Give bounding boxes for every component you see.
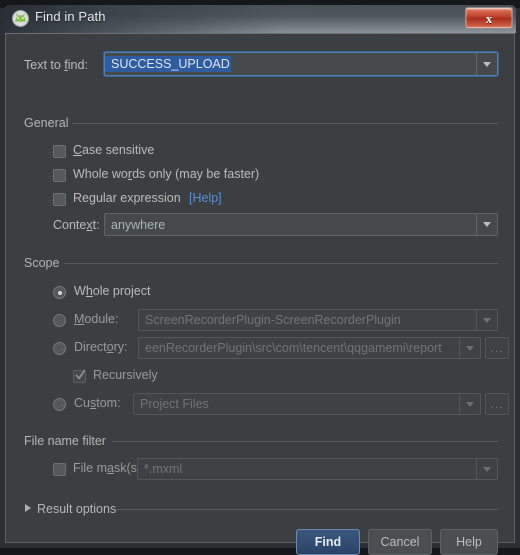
file-masks-checkbox[interactable]: [53, 463, 66, 476]
scope-whole-project-label: Whole project: [74, 284, 151, 298]
scope-custom-combobox[interactable]: Project Files: [133, 393, 481, 415]
recursively-checkbox[interactable]: [73, 369, 86, 383]
regular-expression-label: Regular expression: [73, 191, 181, 205]
scope-custom-value: Project Files: [140, 397, 209, 411]
find-in-path-window: Folder Less Find in Path x Text to find:…: [0, 0, 520, 555]
android-studio-icon: [12, 10, 29, 27]
find-button[interactable]: Find: [296, 529, 360, 555]
scope-group-title: Scope: [24, 256, 60, 270]
result-options-rule: [116, 509, 498, 510]
regex-help-link[interactable]: [Help]: [189, 191, 222, 205]
directory-dropdown-arrow[interactable]: [459, 338, 480, 358]
regular-expression-checkbox[interactable]: [53, 193, 66, 206]
file-masks-dropdown-arrow[interactable]: [476, 459, 497, 479]
close-icon: x: [485, 10, 493, 26]
text-to-find-dropdown-arrow[interactable]: [476, 53, 497, 75]
scope-module-combobox[interactable]: ScreenRecorderPlugin-ScreenRecorderPlugi…: [138, 309, 498, 331]
scope-group-rule: [64, 263, 498, 264]
scope-module-radio[interactable]: [53, 314, 66, 327]
title-bar[interactable]: Find in Path x: [4, 5, 516, 33]
scope-directory-combobox[interactable]: eenRecorderPlugin\src\com\tencent\qqgame…: [138, 337, 481, 359]
close-button[interactable]: x: [465, 7, 513, 29]
whole-words-label: Whole words only (may be faster): [73, 167, 260, 181]
context-label: Context:: [53, 218, 100, 232]
file-masks-value: *.mxml: [144, 462, 183, 476]
text-to-find-input[interactable]: SUCCESS_UPLOAD: [104, 52, 498, 76]
case-sensitive-checkbox[interactable]: [53, 145, 66, 158]
recursively-label: Recursively: [93, 368, 158, 382]
chevron-down-icon: [466, 345, 474, 351]
case-sensitive-label: Case sensitive: [73, 143, 155, 157]
scope-directory-label: Directory:: [74, 340, 128, 354]
scope-directory-value: eenRecorderPlugin\src\com\tencent\qqgame…: [145, 341, 442, 355]
module-dropdown-arrow[interactable]: [476, 310, 497, 330]
context-dropdown-arrow[interactable]: [476, 214, 497, 235]
window-title: Find in Path: [35, 9, 106, 24]
help-button[interactable]: Help: [440, 529, 498, 555]
directory-browse-button[interactable]: ...: [485, 337, 509, 359]
file-name-filter-group-title: File name filter: [24, 434, 106, 448]
file-name-filter-group-rule: [112, 441, 498, 442]
check-icon: [75, 369, 86, 380]
chevron-down-icon: [466, 401, 474, 407]
chevron-down-icon: [483, 466, 491, 472]
custom-dropdown-arrow[interactable]: [459, 394, 480, 414]
scope-custom-label: Custom:: [74, 396, 121, 410]
file-masks-combobox[interactable]: *.mxml: [137, 458, 498, 480]
scope-whole-project-radio[interactable]: [53, 286, 66, 299]
custom-browse-button[interactable]: ...: [485, 393, 509, 415]
result-options-disclosure-icon[interactable]: [25, 504, 31, 512]
text-to-find-value: SUCCESS_UPLOAD: [105, 56, 231, 72]
chevron-down-icon: [483, 222, 491, 227]
result-options-title[interactable]: Result options: [37, 502, 116, 516]
file-masks-label: File mask(s): [73, 461, 142, 475]
scope-directory-radio[interactable]: [53, 342, 66, 355]
radio-dot: [57, 290, 62, 295]
general-group-title: General: [24, 116, 69, 130]
context-value: anywhere: [111, 217, 166, 232]
cancel-button[interactable]: Cancel: [368, 529, 432, 555]
context-combobox[interactable]: anywhere: [104, 213, 498, 236]
dialog-body: Text to find: SUCCESS_UPLOAD General Cas…: [5, 33, 515, 555]
scope-module-value: ScreenRecorderPlugin-ScreenRecorderPlugi…: [145, 313, 401, 327]
general-group-rule: [72, 123, 498, 124]
text-to-find-label: Text to find:: [24, 58, 88, 72]
chevron-down-icon: [483, 317, 491, 323]
whole-words-checkbox[interactable]: [53, 169, 66, 182]
scope-module-label: Module:: [74, 312, 119, 326]
chevron-down-icon: [483, 61, 491, 67]
scope-custom-radio[interactable]: [53, 398, 66, 411]
